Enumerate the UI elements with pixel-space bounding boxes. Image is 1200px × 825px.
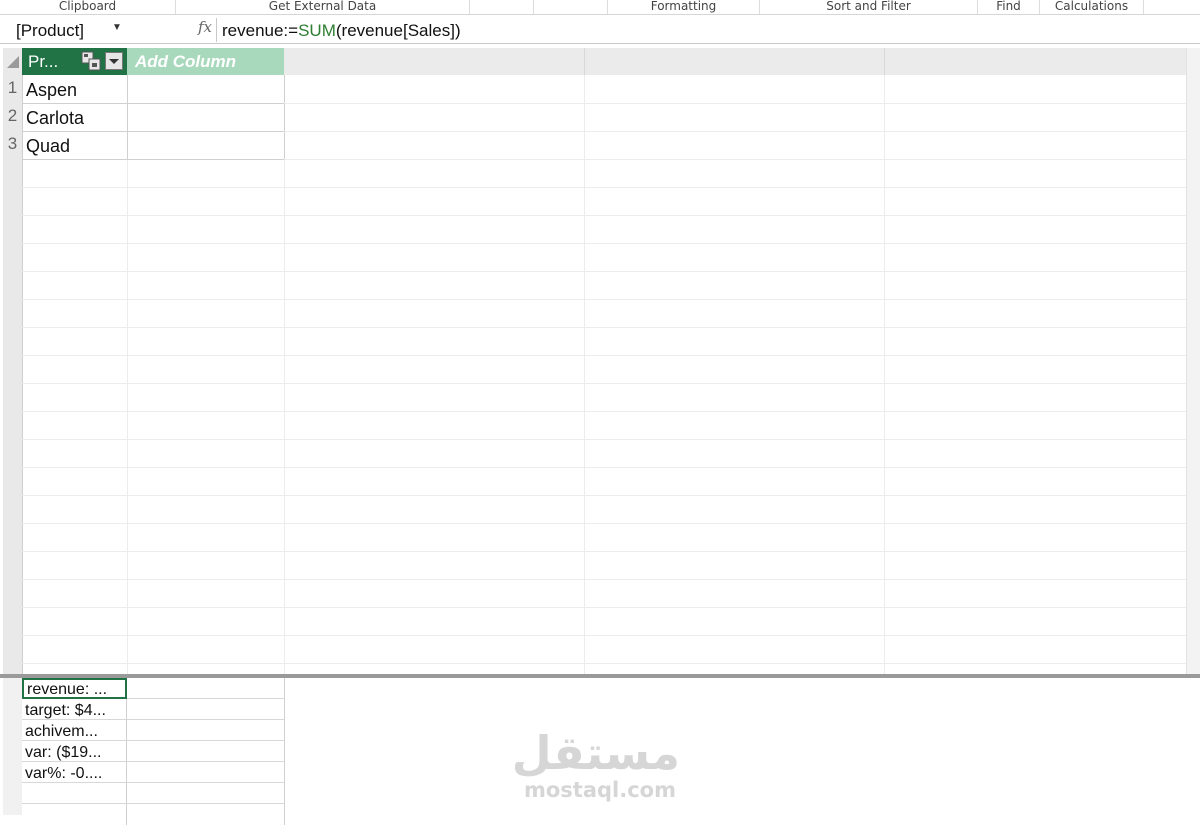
measure-cell[interactable]: target: $4... [22, 699, 127, 720]
column-header-label: Pr... [28, 52, 59, 71]
ribbon-group-blank-2 [534, 0, 608, 14]
select-all-triangle-icon [7, 56, 19, 68]
ribbon-group-find: Find [978, 0, 1040, 14]
gridline-horizontal [22, 299, 1186, 300]
measure-cell[interactable]: var%: -0.... [22, 762, 127, 783]
gridline-horizontal [22, 383, 1186, 384]
gridline-vertical [284, 75, 285, 159]
watermark-logo: مستقل mostaql.com [511, 726, 680, 802]
gridline-horizontal [22, 271, 1186, 272]
ribbon-group-blank-1 [470, 0, 534, 14]
measure-cell[interactable]: var: ($19... [22, 741, 127, 762]
empty-header-strip [284, 48, 1200, 75]
calc-cell-empty[interactable] [127, 783, 285, 804]
measure-cell-empty[interactable] [22, 783, 127, 804]
watermark-arabic: مستقل [511, 726, 680, 780]
gridline-horizontal [22, 243, 1186, 244]
calc-cell-empty[interactable] [127, 720, 285, 741]
ribbon-group-get-external-data: Get External Data [176, 0, 470, 14]
filter-dropdown-button[interactable] [105, 52, 123, 70]
row-number-gutter: 1 2 3 [3, 75, 23, 674]
gridline-horizontal [22, 355, 1186, 356]
table-cell-product[interactable]: Carlota [26, 108, 84, 129]
fx-icon[interactable]: fx [198, 18, 212, 36]
gridline-horizontal [284, 131, 1186, 132]
table-cell-product[interactable]: Aspen [26, 80, 77, 101]
ribbon-group-blank-3 [1144, 0, 1200, 14]
gridline-horizontal [22, 551, 1186, 552]
gridline-horizontal [22, 635, 1186, 636]
gridline-horizontal [22, 439, 1186, 440]
gridline-horizontal [22, 467, 1186, 468]
add-column-header[interactable]: Add Column [127, 48, 284, 75]
calc-cell-empty[interactable] [127, 678, 285, 699]
gridline-horizontal [22, 663, 1186, 664]
gridline-vertical [127, 75, 128, 159]
formula-input[interactable]: revenue:=SUM(revenue[Sales]) [222, 21, 461, 41]
row-number[interactable]: 1 [3, 78, 22, 98]
gridline-horizontal [22, 103, 284, 104]
gridline-horizontal [22, 131, 284, 132]
header-separator [884, 48, 885, 75]
name-box-dropdown-icon[interactable]: ▼ [112, 22, 122, 33]
gridline-horizontal [284, 103, 1186, 104]
sort-icon[interactable] [81, 51, 101, 71]
gridline-horizontal [22, 579, 1186, 580]
calc-cell-empty[interactable] [127, 699, 285, 720]
ribbon-group-labels: Clipboard Get External Data Formatting S… [0, 0, 1200, 15]
measure-cell[interactable]: revenue: ... [22, 678, 127, 699]
ribbon-group-calculations: Calculations [1040, 0, 1144, 14]
gridline-vertical [884, 75, 885, 674]
gridline-horizontal [22, 495, 1186, 496]
ribbon-group-formatting: Formatting [608, 0, 760, 14]
formula-prefix: revenue:= [222, 21, 299, 40]
watermark-latin: mostaql.com [524, 778, 676, 802]
gridline-horizontal [22, 607, 1186, 608]
column-header-product[interactable]: Pr... [22, 48, 127, 75]
select-all-corner[interactable] [3, 48, 23, 75]
gridline-vertical [584, 75, 585, 674]
calc-cell-empty[interactable] [127, 762, 285, 783]
calculation-area-gutter [3, 678, 22, 815]
gridline-horizontal [22, 411, 1186, 412]
name-box-value: [Product] [16, 21, 85, 40]
calc-cell-empty[interactable] [127, 741, 285, 762]
add-column-label: Add Column [135, 52, 237, 71]
data-grid: Pr... Add Column 1 2 3 Aspen Carlota Qua… [0, 48, 1200, 674]
row-number[interactable]: 2 [3, 106, 22, 126]
chevron-down-icon [109, 59, 119, 64]
vertical-scrollbar[interactable] [1186, 48, 1200, 674]
formula-args: (revenue[Sales]) [335, 21, 461, 40]
ribbon-group-clipboard: Clipboard [0, 0, 176, 14]
gridline-horizontal [22, 159, 284, 160]
gridline-horizontal [284, 159, 1186, 160]
header-separator [584, 48, 585, 75]
formula-bar: [Product] ▼ fx revenue:=SUM(revenue[Sale… [0, 15, 1200, 44]
gridline-vertical [284, 159, 285, 674]
row-number[interactable]: 3 [3, 134, 22, 154]
table-cell-product[interactable]: Quad [26, 136, 70, 157]
gridline-horizontal [22, 327, 1186, 328]
name-box[interactable]: [Product] ▼ [4, 18, 217, 42]
formula-function: SUM [298, 21, 336, 40]
gridline-horizontal [22, 523, 1186, 524]
gridline-horizontal [22, 215, 1186, 216]
measure-cell[interactable]: achivem... [22, 720, 127, 741]
gridline-vertical [127, 159, 128, 674]
ribbon-group-sort-and-filter: Sort and Filter [760, 0, 978, 14]
gridline-horizontal [22, 187, 1186, 188]
